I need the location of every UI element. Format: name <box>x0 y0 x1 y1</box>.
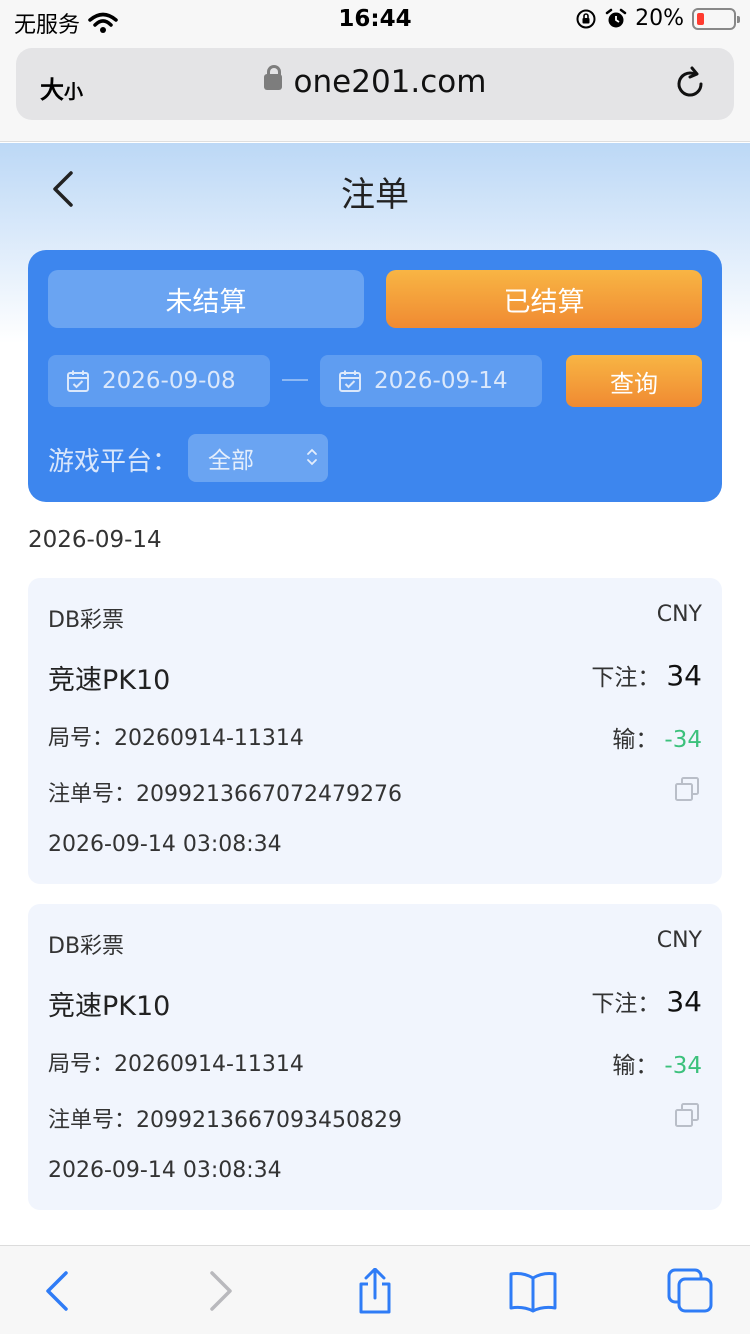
browser-toolbar <box>0 1245 750 1334</box>
start-date-text: 2026-09-08 <box>102 368 236 394</box>
stake-label: 下注： <box>591 991 661 1017</box>
battery-percent: 20% <box>635 6 684 31</box>
url-display[interactable]: one201.com <box>16 64 734 100</box>
order-value: 2099213667093450829 <box>136 1108 402 1133</box>
group-date-header: 2026-09-14 <box>28 527 162 553</box>
query-button[interactable]: 查询 <box>566 355 702 407</box>
start-date-input[interactable]: 2026-09-08 <box>48 355 270 407</box>
end-date-text: 2026-09-14 <box>374 368 508 394</box>
battery-fill <box>697 12 704 25</box>
page-content: 注单 未结算 已结算 2026-09-08 2026-09-14 查询 游戏平台… <box>0 143 750 1245</box>
url-text: one201.com <box>293 64 487 100</box>
round-value: 20260914-11314 <box>114 1052 304 1077</box>
stake: 下注： 34 <box>591 658 702 692</box>
result-value: -34 <box>664 727 702 753</box>
result-label: 输： <box>612 1053 659 1079</box>
round-value: 20260914-11314 <box>114 726 304 751</box>
platform-select[interactable]: 全部 <box>188 434 328 482</box>
date-range-separator <box>282 379 308 381</box>
calendar-icon <box>339 370 361 392</box>
platform-label: 游戏平台： <box>48 447 179 477</box>
order-label: 注单号： <box>48 782 137 807</box>
tab-unsettled[interactable]: 未结算 <box>48 270 364 328</box>
status-right: 20% <box>575 6 740 31</box>
order-number: 注单号：2099213667072479276 <box>48 776 702 808</box>
result-label: 输： <box>612 727 659 753</box>
round-number: 局号：20260914-11314 <box>48 1046 702 1078</box>
lock-icon <box>263 64 282 90</box>
bet-card: DB彩票 CNY 竞速PK10 下注： 34 局号：20260914-11314 … <box>28 904 722 1210</box>
order-value: 2099213667072479276 <box>136 782 402 807</box>
result: 输： -34 <box>612 1046 702 1080</box>
end-date-input[interactable]: 2026-09-14 <box>320 355 542 407</box>
round-label: 局号： <box>48 1052 115 1077</box>
bet-card: DB彩票 CNY 竞速PK10 下注： 34 局号：20260914-11314 … <box>28 578 722 884</box>
tabs-icon[interactable] <box>666 1268 716 1314</box>
calendar-icon <box>67 370 89 392</box>
stake-value: 34 <box>666 985 702 1018</box>
bet-time: 2026-09-14 03:08:34 <box>48 1158 282 1183</box>
bet-time: 2026-09-14 03:08:34 <box>48 832 282 857</box>
round-label: 局号： <box>48 726 115 751</box>
result-value: -34 <box>664 1053 702 1079</box>
provider-name: DB彩票 <box>48 934 125 959</box>
provider-name: DB彩票 <box>48 608 125 633</box>
address-bar[interactable]: 大小 one201.com <box>16 48 734 120</box>
copy-icon[interactable] <box>674 776 700 802</box>
currency: CNY <box>656 602 702 627</box>
orientation-lock-icon <box>576 9 596 28</box>
tab-settled[interactable]: 已结算 <box>386 270 702 328</box>
copy-icon[interactable] <box>674 1102 700 1128</box>
platform-select-value: 全部 <box>208 448 254 474</box>
battery-icon <box>692 7 740 30</box>
stake: 下注： 34 <box>591 984 702 1018</box>
currency: CNY <box>656 928 702 953</box>
bookmarks-icon[interactable] <box>508 1268 558 1314</box>
browser-bar: 大小 one201.com <box>0 40 750 142</box>
browser-forward-icon[interactable] <box>195 1268 245 1314</box>
stake-value: 34 <box>666 659 702 692</box>
page-title: 注单 <box>341 175 409 215</box>
result: 输： -34 <box>612 720 702 754</box>
order-number: 注单号：2099213667093450829 <box>48 1102 702 1134</box>
reload-icon[interactable] <box>672 66 708 102</box>
status-bar: 无服务 16:44 20% <box>0 0 750 40</box>
alarm-icon <box>605 8 627 27</box>
stake-label: 下注： <box>591 665 661 691</box>
round-number: 局号：20260914-11314 <box>48 720 702 752</box>
order-label: 注单号： <box>48 1108 137 1133</box>
browser-back-icon[interactable] <box>33 1268 83 1314</box>
filter-panel: 未结算 已结算 2026-09-08 2026-09-14 查询 游戏平台： 全… <box>28 250 722 502</box>
select-updown-icon <box>307 448 317 466</box>
share-icon[interactable] <box>350 1268 400 1314</box>
